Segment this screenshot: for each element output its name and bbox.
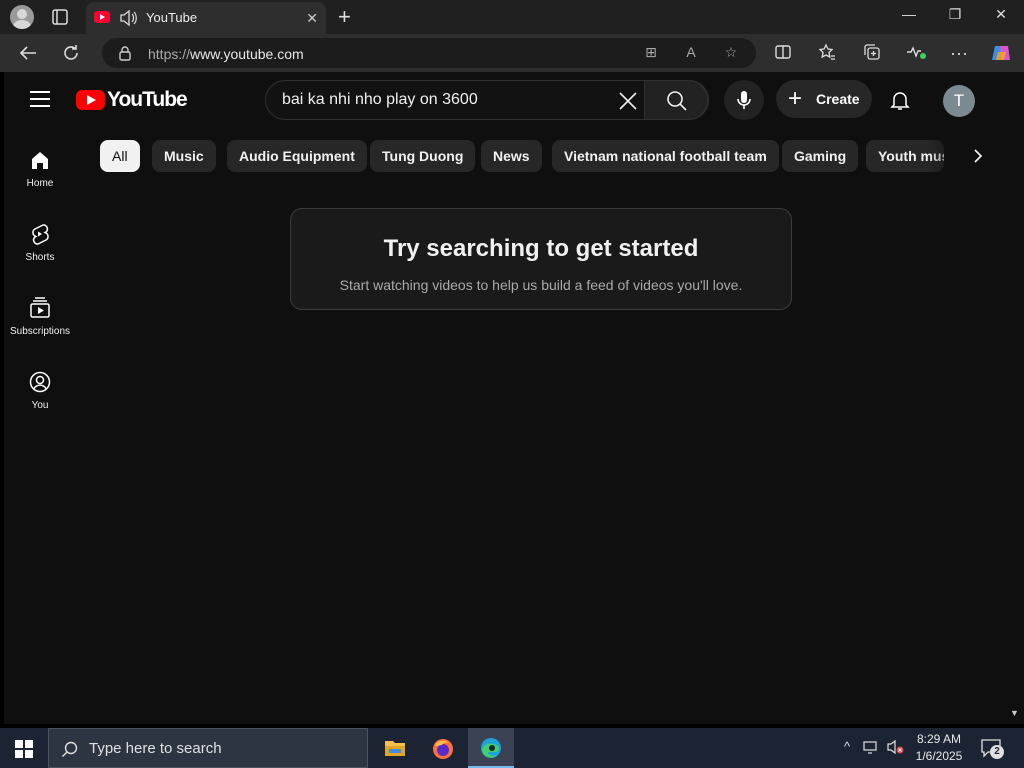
url-text: https://www.youtube.com xyxy=(148,46,304,62)
sidebar-item-shorts[interactable]: Shorts xyxy=(4,222,76,282)
speaker-icon[interactable] xyxy=(118,9,138,32)
chip-news[interactable]: News xyxy=(481,140,542,172)
tab-title: YouTube xyxy=(146,10,198,25)
new-tab-icon[interactable]: + xyxy=(338,4,351,30)
minimize-icon[interactable]: — xyxy=(894,6,924,22)
window-close-icon[interactable]: ✕ xyxy=(986,6,1016,23)
create-button[interactable]: + Create xyxy=(776,80,872,118)
file-explorer-app[interactable] xyxy=(372,728,418,768)
app-available-icon[interactable]: ⊞ xyxy=(642,44,660,62)
chip-gaming[interactable]: Gaming xyxy=(782,140,859,172)
url-host: www.youtube.com xyxy=(190,46,304,62)
youtube-page: YouTube bai ka nhi nho play on 3600 + Cr… xyxy=(4,72,1018,724)
more-options-icon[interactable]: ··· xyxy=(948,42,970,64)
search-input[interactable]: bai ka nhi nho play on 3600 xyxy=(282,91,478,109)
read-aloud-icon[interactable]: A xyxy=(682,44,700,62)
volume-muted-icon[interactable] xyxy=(886,739,904,757)
browser-profile-avatar[interactable] xyxy=(10,5,34,29)
lock-icon[interactable] xyxy=(118,45,132,66)
voice-search-button[interactable] xyxy=(724,80,764,120)
taskbar-clock[interactable]: 8:29 AM 1/6/2025 xyxy=(906,731,972,765)
microphone-icon xyxy=(737,91,751,109)
search-icon xyxy=(62,741,78,757)
clear-search-icon[interactable] xyxy=(616,89,640,113)
account-avatar[interactable]: T xyxy=(943,85,975,117)
browser-toolbar: https://www.youtube.com ⊞ A ☆ ··· xyxy=(0,34,1024,72)
empty-state-card: Try searching to get started Start watch… xyxy=(290,208,792,310)
home-icon xyxy=(32,152,48,169)
chip-tung-duong[interactable]: Tung Duong xyxy=(370,140,476,172)
notifications-bell-icon[interactable] xyxy=(888,88,912,112)
edge-icon xyxy=(481,738,501,758)
clock-date: 1/6/2025 xyxy=(915,749,963,763)
url-scheme: https:// xyxy=(148,46,191,62)
folder-icon xyxy=(385,741,405,756)
shorts-icon xyxy=(32,224,49,245)
menu-icon[interactable] xyxy=(30,91,50,107)
chevron-right-icon[interactable] xyxy=(966,144,990,168)
windows-logo-icon xyxy=(15,740,33,758)
you-icon xyxy=(29,371,51,393)
restore-icon[interactable]: ❐ xyxy=(940,6,970,23)
search-button[interactable] xyxy=(644,80,708,120)
search-icon xyxy=(667,91,687,111)
sidebar-item-label: Subscriptions xyxy=(9,326,71,337)
edge-app[interactable] xyxy=(468,728,514,768)
back-icon[interactable] xyxy=(17,42,39,64)
chip-vietnam-national-football-team[interactable]: Vietnam national football team xyxy=(552,140,779,172)
scroll-down-arrow-icon[interactable]: ▼ xyxy=(1010,708,1019,718)
notification-count-badge: 2 xyxy=(990,745,1004,759)
create-label: Create xyxy=(816,91,860,107)
browser-tab-youtube[interactable]: YouTube ✕ xyxy=(86,2,326,34)
favorite-star-icon[interactable]: ☆ xyxy=(722,44,740,62)
copilot-icon[interactable] xyxy=(990,42,1012,64)
show-hidden-icons-chevron-icon[interactable]: ^ xyxy=(838,739,856,757)
refresh-icon[interactable] xyxy=(60,42,82,64)
action-center-button[interactable]: 2 xyxy=(980,737,1004,759)
sidebar-item-you[interactable]: You xyxy=(4,370,76,430)
sidebar-item-label: Home xyxy=(26,178,54,189)
tab-close-icon[interactable]: ✕ xyxy=(306,10,318,27)
taskbar-search-box[interactable]: Type here to search xyxy=(48,728,368,768)
favorites-icon[interactable] xyxy=(816,42,838,64)
start-button[interactable] xyxy=(0,728,48,768)
page-scrollbar[interactable]: ▼ xyxy=(1006,72,1024,724)
search-bar: bai ka nhi nho play on 3600 xyxy=(265,80,709,120)
chip-all[interactable]: All xyxy=(100,140,140,172)
plus-icon: + xyxy=(788,85,803,112)
sidebar-item-home[interactable]: Home xyxy=(4,148,76,208)
firefox-icon xyxy=(433,739,453,759)
sidebar-item-label: Shorts xyxy=(25,252,55,263)
subscriptions-icon xyxy=(30,297,50,318)
collections-icon[interactable] xyxy=(861,42,883,64)
chip-audio-equipment[interactable]: Audio Equipment xyxy=(227,140,367,172)
address-bar[interactable]: https://www.youtube.com ⊞ A ☆ xyxy=(102,38,756,68)
windows-taskbar: Type here to search ^ 8:29 AM 1/6/2025 2 xyxy=(0,728,1024,768)
empty-state-text: Start watching videos to help us build a… xyxy=(339,277,743,293)
youtube-logo-text: YouTube xyxy=(107,88,188,111)
browser-essentials-icon[interactable] xyxy=(905,42,927,64)
tab-actions-icon[interactable] xyxy=(48,6,72,28)
firefox-app[interactable] xyxy=(420,728,466,768)
chip-music[interactable]: Music xyxy=(152,140,216,172)
split-screen-icon[interactable] xyxy=(772,42,794,64)
empty-state-heading: Try searching to get started xyxy=(383,235,699,262)
sidebar-item-label: You xyxy=(31,400,49,411)
youtube-favicon-icon xyxy=(94,11,110,23)
sidebar-item-subscriptions[interactable]: Subscriptions xyxy=(4,296,76,356)
taskbar-search-placeholder: Type here to search xyxy=(89,740,222,757)
network-icon[interactable] xyxy=(862,739,880,757)
browser-tab-strip: YouTube ✕ + — ❐ ✕ xyxy=(0,0,1024,34)
clock-time: 8:29 AM xyxy=(916,732,962,746)
youtube-play-logo-icon xyxy=(76,90,105,110)
